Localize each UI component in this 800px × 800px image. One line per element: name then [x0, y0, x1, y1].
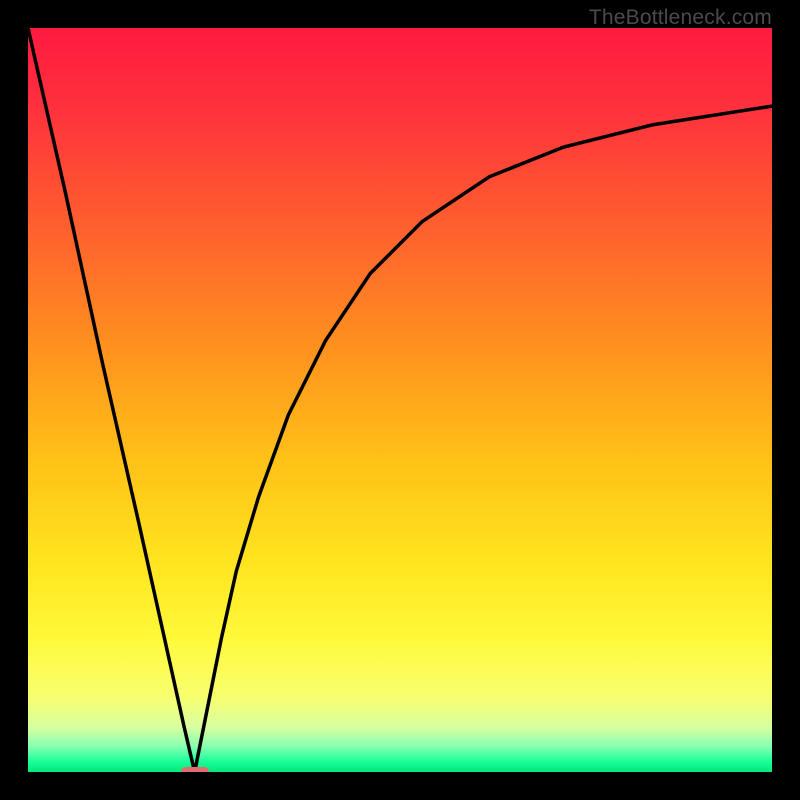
- watermark-label: TheBottleneck.com: [589, 6, 772, 30]
- chart-plot-area: [28, 28, 772, 772]
- bottleneck-curve: [28, 28, 772, 772]
- chart-frame: TheBottleneck.com: [0, 0, 800, 800]
- minimum-marker: [181, 767, 209, 772]
